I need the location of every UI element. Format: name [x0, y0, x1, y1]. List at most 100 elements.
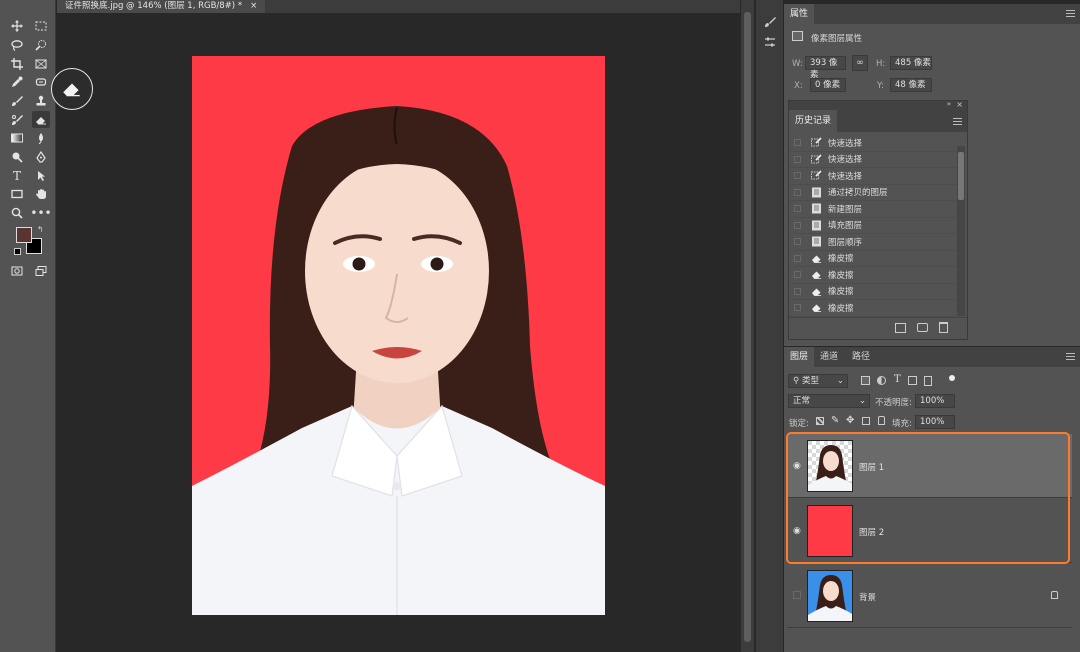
x-field[interactable]: 0 像素 — [810, 78, 846, 92]
layers-menu-icon[interactable] — [1066, 353, 1075, 360]
dodge-tool-icon[interactable] — [8, 148, 26, 165]
more-tools-icon[interactable]: ••• — [30, 204, 51, 221]
healing-brush-icon[interactable] — [32, 73, 50, 90]
layer-row-layer2[interactable]: ◉ 图层 2 — [787, 499, 1072, 563]
history-item[interactable]: 橡皮擦 — [789, 284, 957, 300]
tab-paths[interactable]: 路径 — [846, 347, 876, 367]
zoom-tool-icon[interactable] — [8, 204, 26, 221]
marquee-tool-icon[interactable] — [32, 17, 50, 34]
blend-mode-select[interactable]: 正常 ⌄ — [788, 394, 870, 408]
fill-field[interactable]: 100% — [915, 415, 955, 429]
eraser-tool-icon[interactable] — [32, 111, 50, 128]
lasso-tool-icon[interactable] — [8, 36, 26, 53]
lock-pixels-icon[interactable]: ✎ — [831, 415, 839, 426]
scrollbar-thumb[interactable] — [744, 12, 751, 642]
scrollbar-thumb[interactable] — [958, 152, 964, 200]
hand-tool-icon[interactable] — [32, 185, 50, 202]
swap-colors-icon[interactable]: ↰ — [37, 225, 44, 234]
delete-trash-icon[interactable] — [939, 322, 948, 333]
snapshot-camera-icon[interactable] — [917, 323, 928, 332]
foreground-color-swatch[interactable] — [16, 227, 32, 243]
layer-name[interactable]: 背景 — [859, 591, 876, 603]
lock-artboard-icon[interactable] — [862, 417, 870, 425]
history-brush-source-checkbox[interactable] — [794, 271, 801, 279]
tab-channels[interactable]: 通道 — [814, 347, 844, 367]
history-brush-source-checkbox[interactable] — [794, 304, 801, 312]
history-item[interactable]: 快速选择 — [789, 152, 957, 168]
reset-colors-icon[interactable] — [14, 248, 21, 255]
frame-tool-icon[interactable] — [32, 55, 50, 72]
layer-name[interactable]: 图层 2 — [859, 526, 884, 538]
tab-history[interactable]: 历史记录 — [789, 110, 838, 132]
clone-stamp-icon[interactable] — [32, 92, 50, 109]
quick-selection-tool-icon[interactable] — [32, 36, 50, 53]
pen-tool-icon[interactable] — [32, 148, 50, 165]
gradient-tool-icon[interactable] — [8, 129, 26, 146]
close-tab-icon[interactable]: × — [250, 0, 257, 13]
history-item[interactable]: 快速选择 — [789, 168, 957, 185]
history-brush-source-checkbox[interactable] — [794, 205, 801, 213]
eye-visibility-icon[interactable]: ◉ — [793, 526, 803, 536]
history-brush-icon[interactable] — [8, 111, 26, 128]
smart-object-filter-icon[interactable] — [924, 376, 932, 386]
eyedropper-tool-icon[interactable] — [8, 73, 26, 90]
opacity-field[interactable]: 100% — [915, 394, 955, 408]
history-brush-source-checkbox[interactable] — [794, 221, 801, 229]
layer-row-background[interactable]: 背景 — [787, 564, 1072, 628]
document-tab[interactable]: 证件照换底.jpg @ 146% (图层 1, RGB/8#) * × — [57, 0, 266, 13]
brush-tool-icon[interactable] — [8, 92, 26, 109]
shape-filter-icon[interactable] — [908, 376, 917, 385]
history-menu-icon[interactable] — [953, 118, 962, 125]
canvas-vertical-scrollbar[interactable] — [741, 0, 754, 652]
history-brush-source-checkbox[interactable] — [794, 139, 801, 147]
rectangle-tool-icon[interactable] — [8, 185, 26, 202]
link-dimensions-icon[interactable]: ∞ — [852, 55, 868, 71]
history-item[interactable]: 填充图层 — [789, 218, 957, 234]
adjustments-icon[interactable] — [762, 34, 778, 50]
tab-layers[interactable]: 图层 — [784, 347, 815, 367]
history-brush-source-checkbox[interactable] — [794, 254, 801, 262]
history-item[interactable]: 橡皮擦 — [789, 251, 957, 267]
move-tool-icon[interactable] — [8, 17, 26, 34]
history-item[interactable]: 快速选择 — [789, 135, 957, 152]
y-field[interactable]: 48 像素 — [890, 78, 932, 92]
eye-visibility-icon[interactable]: ◉ — [793, 461, 803, 471]
layer-filter-select[interactable]: ⚲ 类型 ⌄ — [788, 374, 848, 388]
tab-properties[interactable]: 属性 — [784, 4, 815, 24]
history-brush-source-checkbox[interactable] — [794, 172, 801, 180]
history-brush-source-checkbox[interactable] — [794, 238, 801, 246]
panel-menu-icon[interactable] — [1066, 10, 1075, 17]
crop-tool-icon[interactable] — [8, 55, 26, 72]
pixel-filter-icon[interactable] — [861, 376, 870, 385]
lock-all-icon[interactable] — [878, 416, 885, 425]
width-field[interactable]: 393 像素 — [805, 56, 846, 80]
lock-transparent-icon[interactable] — [816, 417, 824, 425]
type-filter-icon[interactable]: T — [894, 374, 901, 385]
history-item[interactable]: 新建图层 — [789, 201, 957, 218]
visibility-toggle-empty[interactable] — [793, 591, 801, 599]
history-brush-source-checkbox[interactable] — [794, 188, 801, 196]
collapse-panel-icon[interactable]: » — [947, 100, 951, 108]
history-item[interactable]: 通过拷贝的图层 — [789, 185, 957, 201]
portrait-canvas[interactable] — [192, 56, 605, 615]
layer-row-layer1[interactable]: ◉ 图层 1 — [787, 434, 1072, 498]
history-item[interactable]: 图层顺序 — [789, 234, 957, 251]
type-tool-icon[interactable]: T — [8, 167, 26, 184]
path-selection-icon[interactable] — [32, 167, 50, 184]
brush-settings-icon[interactable] — [762, 14, 778, 30]
filter-toggle-icon[interactable] — [949, 375, 955, 381]
adjustment-filter-icon[interactable] — [877, 376, 886, 385]
history-scrollbar[interactable] — [957, 146, 965, 316]
close-panel-icon[interactable]: × — [956, 100, 963, 109]
history-brush-source-checkbox[interactable] — [794, 155, 801, 163]
history-item[interactable]: 橡皮擦 — [789, 300, 957, 317]
new-document-from-state-icon[interactable] — [895, 323, 906, 333]
lock-position-icon[interactable]: ✥ — [846, 415, 854, 426]
history-brush-source-checkbox[interactable] — [794, 287, 801, 295]
screen-mode-icon[interactable] — [32, 262, 50, 279]
layer-name[interactable]: 图层 1 — [859, 461, 884, 473]
quick-mask-icon[interactable] — [8, 262, 26, 279]
height-field[interactable]: 485 像素 — [890, 56, 932, 70]
blur-tool-icon[interactable] — [32, 129, 50, 146]
history-item[interactable]: 橡皮擦 — [789, 267, 957, 284]
